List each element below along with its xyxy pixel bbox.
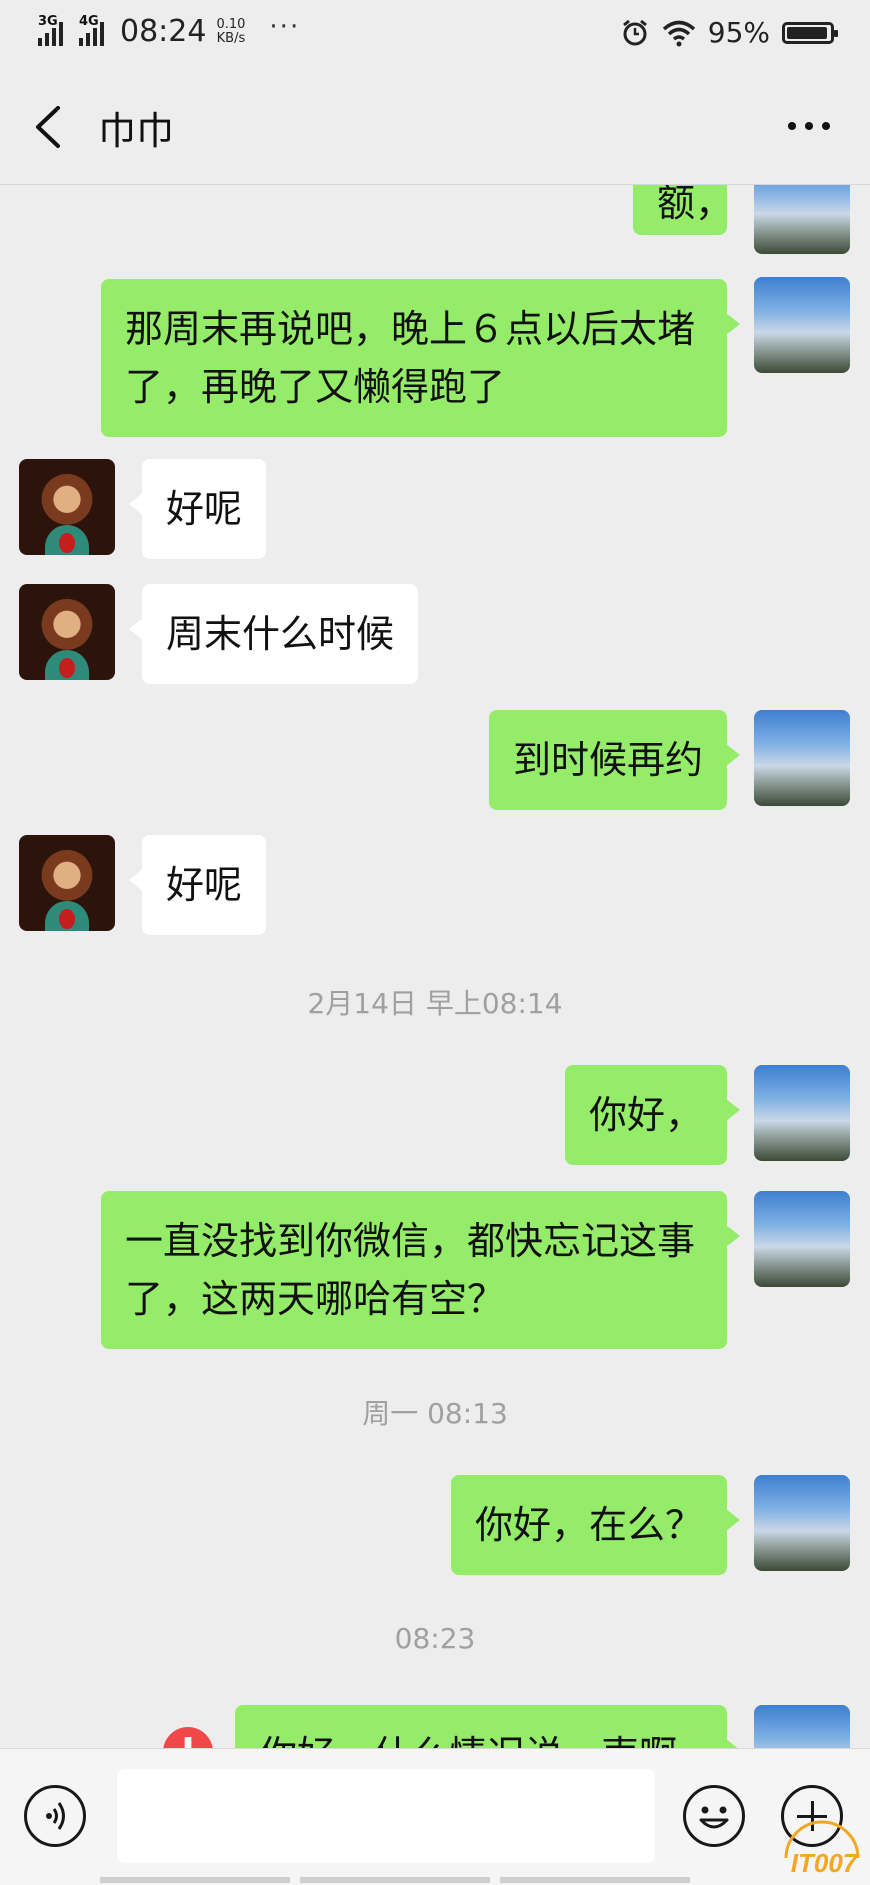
message-input[interactable] — [117, 1769, 655, 1863]
time-stamp: 2月14日 早上08:14 — [307, 987, 563, 1020]
time-stamp: 08:23 — [394, 1622, 476, 1655]
network-speed: 0.10 KB/s — [216, 16, 246, 46]
wifi-icon — [662, 20, 695, 46]
my-avatar[interactable] — [754, 185, 850, 254]
signal-3g-icon: 3G — [38, 14, 63, 46]
my-avatar[interactable] — [754, 1191, 850, 1287]
status-time: 08:24 — [120, 14, 207, 49]
home-indicator — [100, 1877, 770, 1883]
signal-3g-label: 3G — [38, 13, 58, 29]
chat-title: 巾巾 — [98, 109, 175, 153]
chevron-left-icon[interactable] — [28, 100, 78, 154]
emoji-icon[interactable] — [683, 1785, 745, 1847]
contact-message-bubble[interactable]: 周末什么时候 — [128, 584, 419, 684]
status-left: 3G 4G 08:24 0.10 KB/s ··· — [38, 11, 301, 49]
network-speed-value: 0.10 — [216, 16, 246, 32]
contact-avatar[interactable] — [19, 584, 115, 680]
contact-avatar[interactable] — [19, 459, 115, 555]
contact-message-bubble[interactable]: 好呢 — [128, 459, 267, 559]
status-more: ··· — [269, 11, 301, 42]
status-right: 95% — [620, 16, 838, 49]
battery-level-fill — [787, 26, 827, 39]
my-message-bubble[interactable]: 你好，什么情况说一声啊 — [235, 1705, 740, 1748]
my-message-bubble[interactable]: 额， — [633, 185, 733, 235]
contact-avatar[interactable] — [19, 835, 115, 931]
message-text: 一直没找到你微信，都快忘记这事了，这两天哪哈有空？ — [125, 1219, 696, 1321]
voice-icon[interactable] — [24, 1785, 86, 1847]
my-message-bubble[interactable]: 一直没找到你微信，都快忘记这事了，这两天哪哈有空？ — [101, 1191, 740, 1349]
time-stamp: 周一 08:13 — [362, 1397, 508, 1430]
message-text: 那周末再说吧，晚上６点以后太堵了，再晚了又懒得跑了 — [125, 307, 696, 409]
signal-4g-label: 4G — [79, 13, 99, 29]
message-text: 你好，什么情况说一声啊 — [259, 1733, 677, 1748]
my-message-bubble[interactable]: 到时候再约 — [488, 710, 741, 810]
more-dots-icon[interactable] — [784, 106, 834, 146]
message-text: 周末什么时候 — [166, 612, 395, 656]
contact-message-bubble[interactable]: 好呢 — [128, 835, 267, 935]
svg-text:IT007: IT007 — [791, 1848, 859, 1878]
message-text: 到时候再约 — [512, 738, 703, 782]
my-avatar[interactable] — [754, 1065, 850, 1161]
my-message-bubble[interactable]: 你好， — [564, 1065, 741, 1165]
battery-icon — [782, 21, 838, 44]
my-message-bubble[interactable]: 那周末再说吧，晚上６点以后太堵了，再晚了又懒得跑了 — [101, 279, 740, 437]
my-avatar[interactable] — [754, 710, 850, 806]
send-failed-icon[interactable]: ! — [163, 1727, 213, 1748]
message-text: 额， — [657, 185, 734, 225]
message-text: 你好， — [588, 1093, 703, 1137]
chat-header: 巾巾 — [0, 70, 870, 185]
message-text: 好呢 — [166, 863, 243, 907]
site-watermark-logo: IT007 — [784, 1820, 860, 1878]
my-avatar[interactable] — [754, 1705, 850, 1748]
my-message-bubble[interactable]: 你好，在么？ — [450, 1475, 741, 1575]
input-bar — [0, 1748, 870, 1885]
message-list[interactable]: 额， 那周末再说吧，晚上６点以后太堵了，再晚了又懒得跑了 好呢 周末什么时候 到… — [0, 185, 870, 1748]
status-bar: 3G 4G 08:24 0.10 KB/s ··· 95% — [0, 0, 870, 70]
my-avatar[interactable] — [754, 1475, 850, 1571]
alarm-icon — [622, 19, 647, 45]
message-text: 你好，在么？ — [474, 1503, 703, 1547]
battery-percent: 95% — [707, 16, 770, 49]
message-text: 好呢 — [166, 487, 243, 531]
network-speed-unit: KB/s — [216, 30, 246, 46]
signal-4g-icon: 4G — [79, 14, 104, 46]
my-avatar[interactable] — [754, 277, 850, 373]
